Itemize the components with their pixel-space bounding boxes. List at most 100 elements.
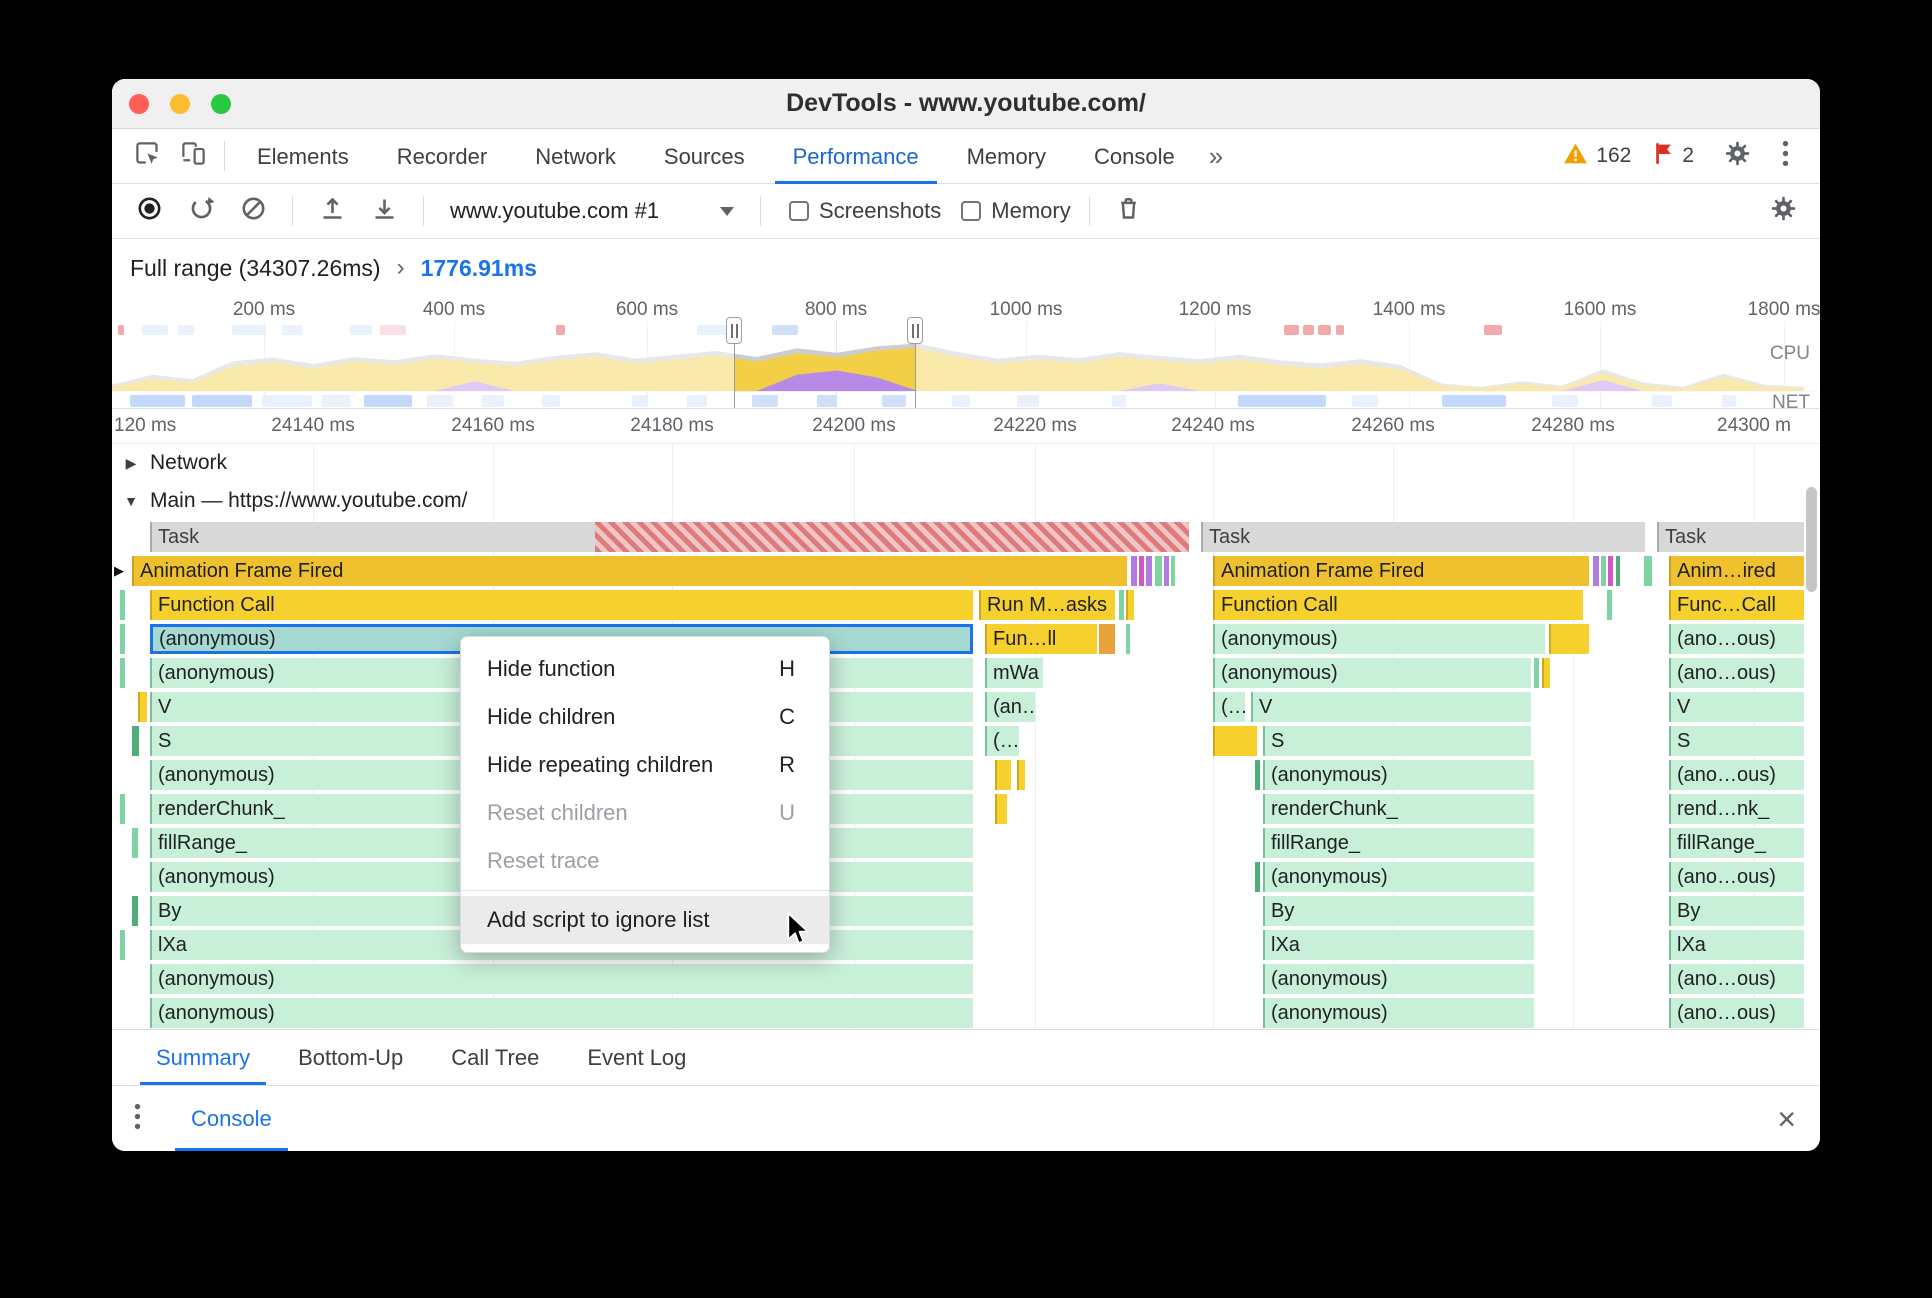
flame-sliver[interactable] xyxy=(120,658,125,688)
flame-sliver[interactable] xyxy=(120,794,125,824)
flame-entry[interactable]: Animation Frame Fired xyxy=(1213,556,1589,586)
flame-sliver[interactable] xyxy=(1146,556,1152,586)
flame-sliver[interactable] xyxy=(132,726,139,756)
zoom-window-button[interactable] xyxy=(211,94,231,114)
flame-sliver[interactable] xyxy=(595,522,1189,552)
flame-entry[interactable]: fillRange_ xyxy=(1669,828,1804,858)
tab-sources[interactable]: Sources xyxy=(640,129,769,184)
menu-item-hide-repeating-children[interactable]: Hide repeating children R xyxy=(461,741,829,789)
reload-and-record-button[interactable] xyxy=(180,190,222,232)
flame-sliver[interactable] xyxy=(1164,556,1169,586)
main-track-header[interactable]: ▼ Main — https://www.youtube.com/ xyxy=(112,482,1820,520)
flame-sliver[interactable] xyxy=(1608,556,1613,586)
tab-performance[interactable]: Performance xyxy=(769,129,943,184)
flame-entry[interactable]: mWa xyxy=(985,658,1043,688)
flame-sliver[interactable] xyxy=(1255,862,1260,892)
breadcrumb-selection[interactable]: 1776.91ms xyxy=(421,255,537,282)
flame-sliver[interactable] xyxy=(1139,556,1144,586)
flame-sliver[interactable] xyxy=(1119,590,1124,620)
capture-settings-button[interactable] xyxy=(1762,190,1804,232)
memory-checkbox[interactable] xyxy=(961,201,982,221)
flame-entry[interactable]: lXa xyxy=(1263,930,1534,960)
device-toolbar-button[interactable] xyxy=(170,136,216,176)
flame-entry[interactable]: By xyxy=(1669,896,1804,926)
flame-entry[interactable]: (anonymous) xyxy=(1263,964,1534,994)
tab-recorder[interactable]: Recorder xyxy=(373,129,511,184)
overview[interactable]: 200 ms 400 ms 600 ms 800 ms 1000 ms 1200 ms 14… xyxy=(112,297,1820,409)
flame-entry[interactable]: Fun…ll xyxy=(985,624,1097,654)
flame-entry[interactable]: Anim…ired xyxy=(1669,556,1804,586)
flame-entry[interactable]: (anonymous) xyxy=(1213,658,1531,688)
flame-entry[interactable]: (ano…ous) xyxy=(1669,760,1804,790)
flame-entry[interactable]: (an…s) xyxy=(985,692,1035,722)
flame-entry[interactable]: rend…nk_ xyxy=(1669,794,1804,824)
flame-sliver[interactable] xyxy=(1213,726,1257,756)
menu-item-reset-children[interactable]: Reset children U xyxy=(461,789,829,837)
drawer-menu-button[interactable] xyxy=(134,1103,141,1135)
menu-item-reset-trace[interactable]: Reset trace xyxy=(461,837,829,885)
flame-ruler[interactable]: 120 ms 24140 ms 24160 ms 24180 ms 24200 ms 24… xyxy=(112,409,1820,444)
flame-entry[interactable]: ▶ xyxy=(112,556,128,586)
flame-sliver[interactable] xyxy=(1644,556,1652,586)
flame-entry[interactable]: (anonymous) xyxy=(1263,998,1534,1028)
screenshots-checkbox[interactable] xyxy=(789,201,809,221)
flame-entry[interactable]: Task xyxy=(1201,522,1645,552)
record-button[interactable] xyxy=(128,190,170,232)
flame-sliver[interactable] xyxy=(1534,658,1539,688)
menu-item-hide-children[interactable]: Hide children C xyxy=(461,693,829,741)
overview-window-handle-right[interactable] xyxy=(907,317,923,344)
memory-checkbox-group[interactable]: Memory xyxy=(961,198,1071,224)
menu-item-add-script-to-ignore-list[interactable]: Add script to ignore list xyxy=(461,896,829,944)
flame-entry[interactable]: Task xyxy=(150,522,595,552)
flame-entry[interactable]: lXa xyxy=(1669,930,1804,960)
flame-entry[interactable]: (… xyxy=(1213,692,1245,722)
minimize-window-button[interactable] xyxy=(170,94,190,114)
flame-entry[interactable]: Func…Call xyxy=(1669,590,1804,620)
menu-item-hide-function[interactable]: Hide function H xyxy=(461,645,829,693)
flame-sliver[interactable] xyxy=(120,624,125,654)
flame-entry[interactable]: Run M…asks xyxy=(979,590,1115,620)
history-select[interactable]: www.youtube.com #1 xyxy=(442,198,742,224)
network-track-header[interactable]: ▶ Network xyxy=(112,444,1820,482)
flame-sliver[interactable] xyxy=(1607,590,1612,620)
clear-button[interactable] xyxy=(232,190,274,232)
bottom-tab-summary[interactable]: Summary xyxy=(132,1030,274,1085)
flame-entry[interactable]: (ano…ous) xyxy=(1669,964,1804,994)
flame-entry[interactable]: (anonymous) xyxy=(1213,624,1545,654)
flame-entry[interactable]: S xyxy=(1263,726,1531,756)
bottom-tab-bottom-up[interactable]: Bottom-Up xyxy=(274,1030,427,1085)
bottom-tab-call-tree[interactable]: Call Tree xyxy=(427,1030,563,1085)
flame-sliver[interactable] xyxy=(1601,556,1606,586)
flame-entry[interactable]: By xyxy=(1263,896,1534,926)
main-menu-button[interactable] xyxy=(1764,135,1806,177)
flame-sliver[interactable] xyxy=(1131,556,1137,586)
flame-entry[interactable]: V xyxy=(1669,692,1804,722)
close-drawer-button[interactable]: × xyxy=(1777,1103,1796,1135)
flame-sliver[interactable] xyxy=(1126,590,1134,620)
flame-sliver[interactable] xyxy=(120,590,125,620)
tab-elements[interactable]: Elements xyxy=(233,129,373,184)
flame-sliver[interactable] xyxy=(1099,624,1115,654)
flame-entry[interactable]: Function Call xyxy=(150,590,973,620)
more-tabs-button[interactable]: » xyxy=(1199,141,1233,172)
flame-sliver[interactable] xyxy=(120,930,125,960)
close-window-button[interactable] xyxy=(129,94,149,114)
tab-console[interactable]: Console xyxy=(1070,129,1199,184)
flame-sliver[interactable] xyxy=(1255,760,1260,790)
flame-entry[interactable]: Task xyxy=(1657,522,1804,552)
screenshots-checkbox-group[interactable]: Screenshots xyxy=(789,198,941,224)
flame-sliver[interactable] xyxy=(1171,556,1175,586)
flame-entry[interactable]: V xyxy=(1251,692,1531,722)
flame-entry[interactable]: (anonymous) xyxy=(1263,760,1534,790)
load-profile-button[interactable] xyxy=(311,190,353,232)
save-profile-button[interactable] xyxy=(363,190,405,232)
flame-sliver[interactable] xyxy=(1593,556,1599,586)
flame-entry[interactable]: (anonymous) xyxy=(1263,862,1534,892)
flame-sliver[interactable] xyxy=(1549,624,1589,654)
flame-entry[interactable]: (ano…ous) xyxy=(1669,624,1804,654)
flame-sliver[interactable] xyxy=(1542,658,1550,688)
flame-sliver[interactable] xyxy=(1155,556,1162,586)
settings-button[interactable] xyxy=(1716,135,1758,177)
flame-sliver[interactable] xyxy=(1616,556,1620,586)
drawer-tab-console[interactable]: Console xyxy=(175,1086,288,1151)
